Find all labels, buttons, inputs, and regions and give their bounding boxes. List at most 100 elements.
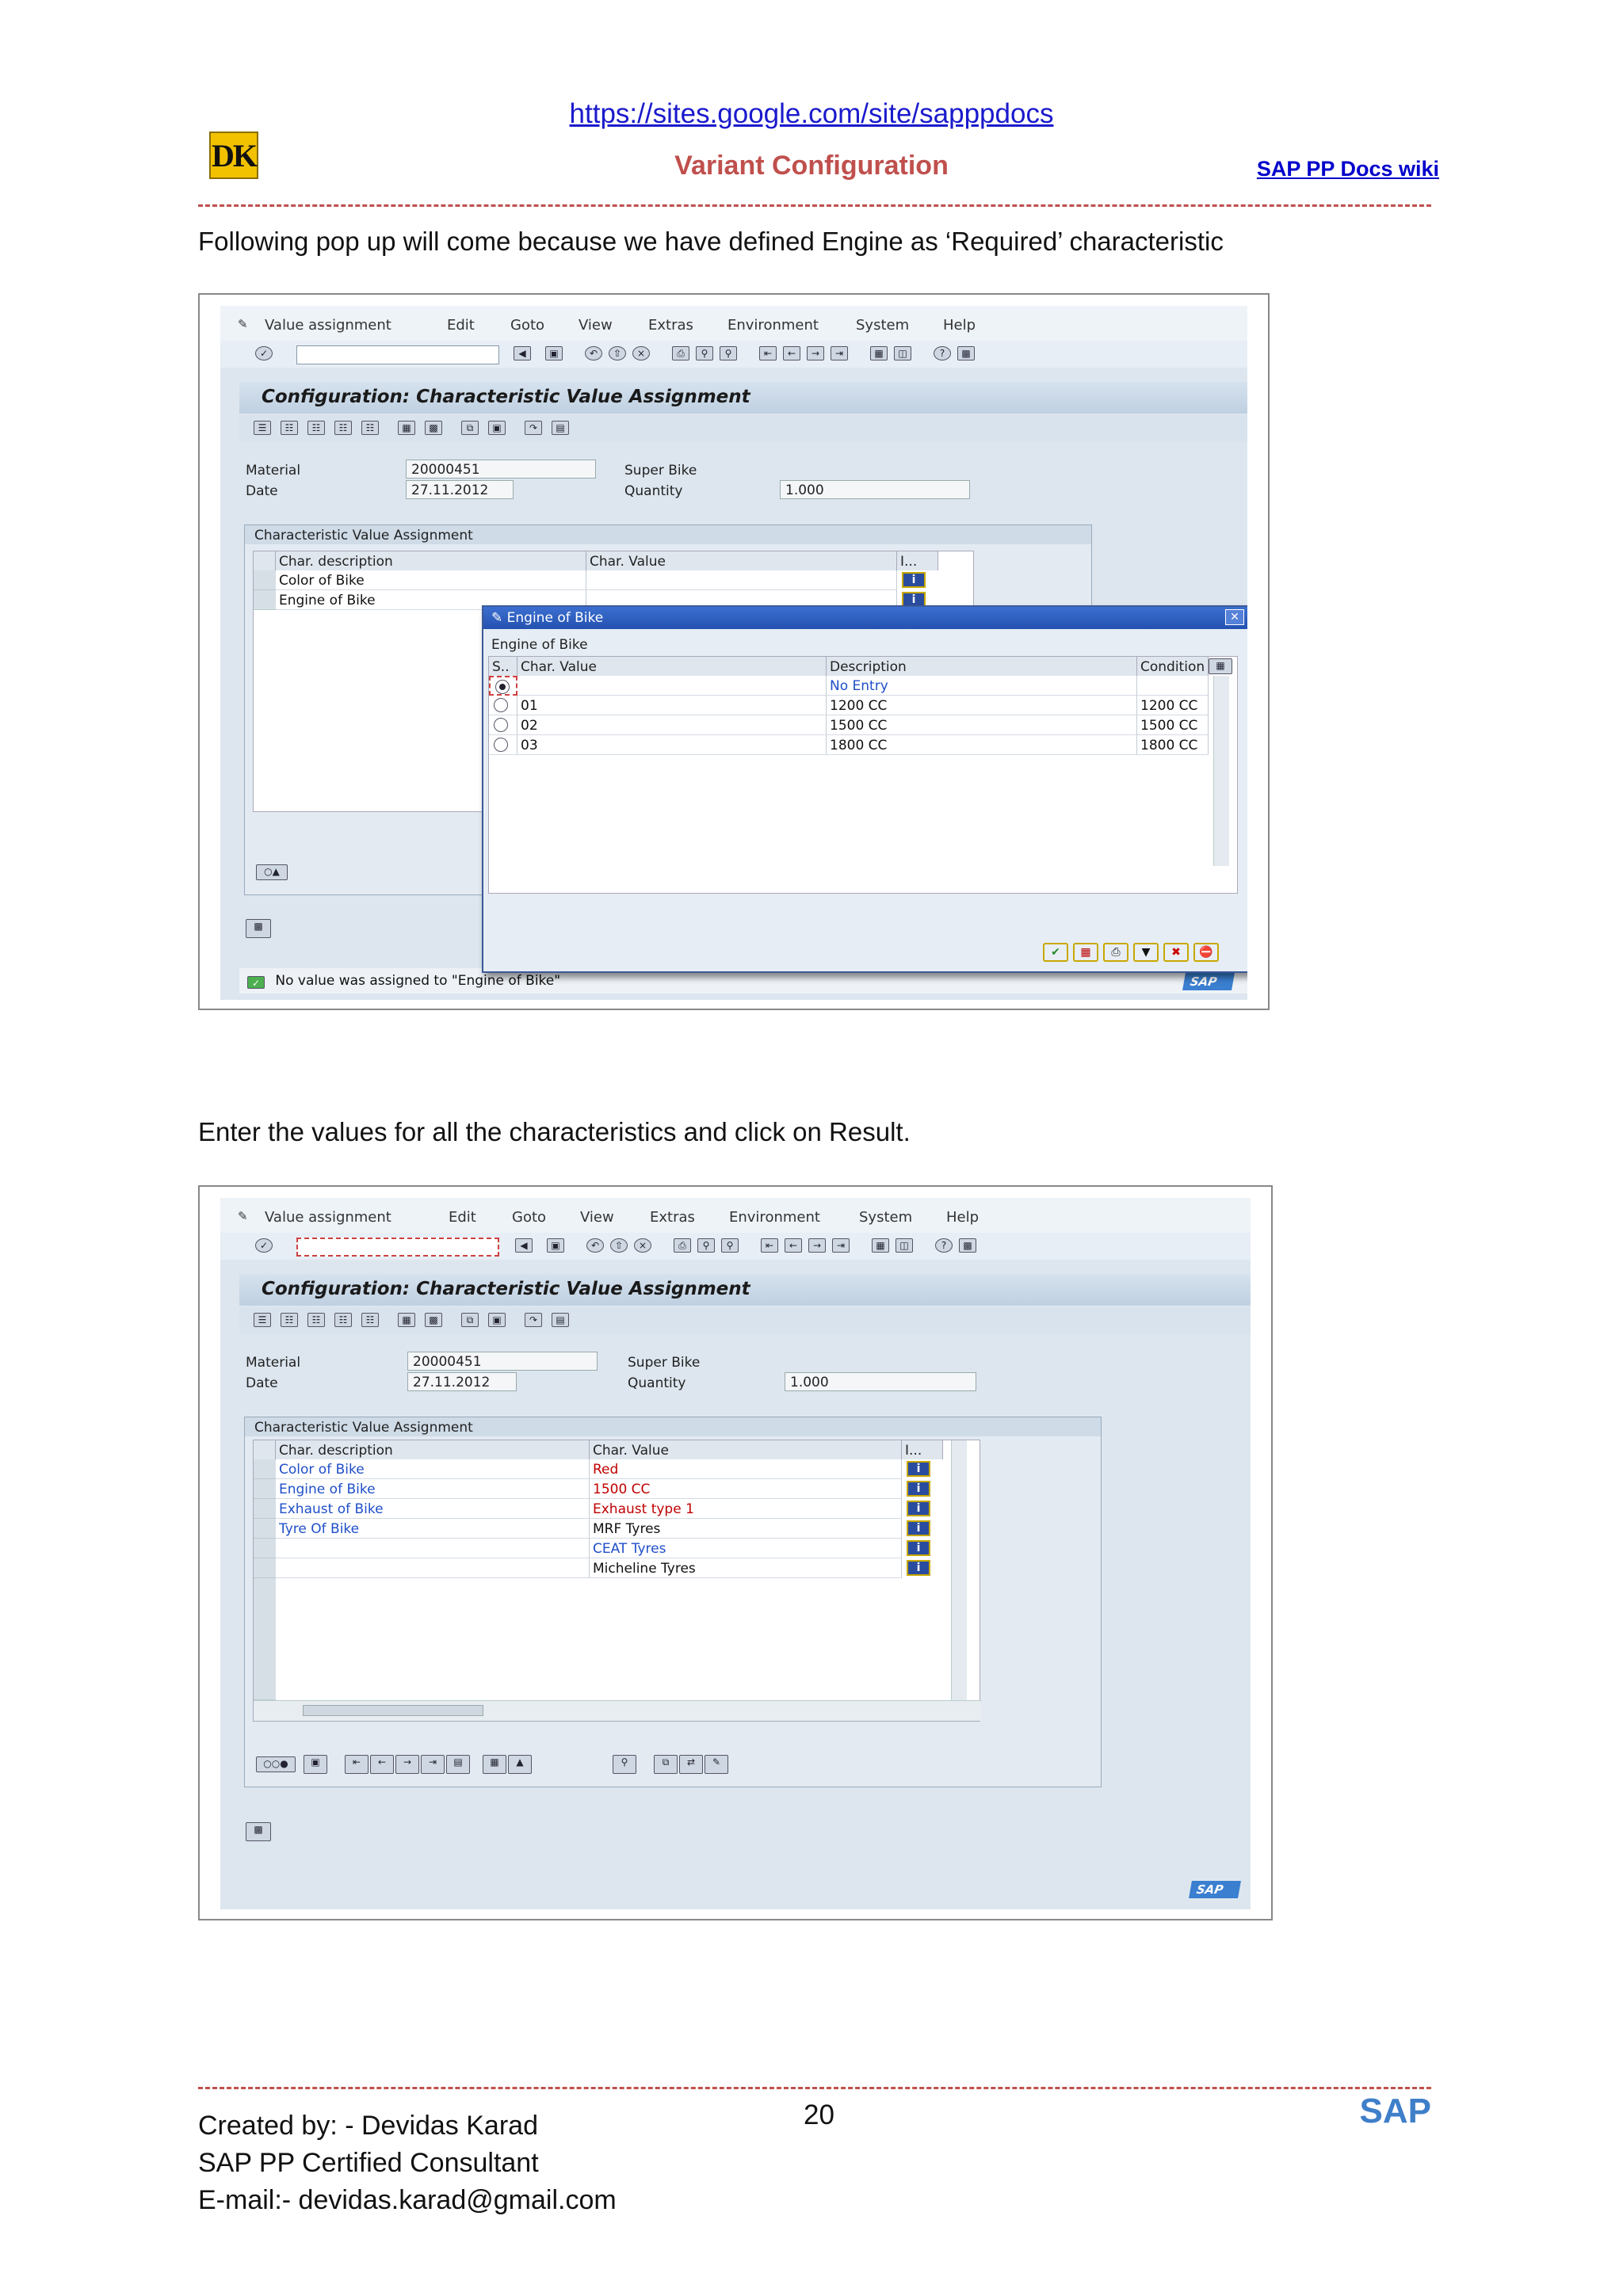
swap-icon[interactable]: ⇄ (679, 1755, 703, 1774)
row-selector[interactable] (254, 1459, 276, 1479)
list-value-icon[interactable]: ▤ (446, 1755, 470, 1774)
menu-goto[interactable]: Goto (512, 1209, 546, 1226)
find-icon[interactable]: ⚲ (696, 346, 713, 360)
find-icon[interactable]: ⚲ (697, 1238, 715, 1253)
back-icon[interactable]: ◀ (514, 346, 531, 360)
print-icon[interactable]: ⎙ (672, 346, 689, 360)
filter-button[interactable]: ▼ (1133, 943, 1159, 962)
info-icon[interactable]: i (907, 1520, 930, 1536)
menu-view[interactable]: View (579, 317, 613, 334)
popup-close-icon[interactable]: ✕ (1225, 609, 1244, 625)
structure-icon[interactable]: ☰ (254, 421, 271, 435)
grid-icon[interactable]: ▦ (398, 421, 415, 435)
row-selector[interactable] (254, 590, 276, 610)
command-field[interactable] (296, 1238, 499, 1257)
command-field[interactable] (296, 345, 499, 364)
table-row-value[interactable] (586, 570, 897, 590)
row-selector[interactable] (254, 1499, 276, 1519)
help-icon[interactable]: ? (935, 1238, 953, 1253)
info-icon[interactable]: i (907, 1481, 930, 1497)
table-row-value[interactable]: MRF Tyres (590, 1519, 902, 1539)
green-back-icon[interactable]: ↶ (586, 1238, 604, 1253)
graphic-icon[interactable]: ▲ (508, 1755, 532, 1774)
shortcut-icon[interactable]: ◫ (896, 1238, 913, 1253)
stop-button[interactable]: ⛔ (1193, 943, 1219, 962)
list-icon[interactable]: ▤ (552, 1313, 569, 1327)
info-icon[interactable]: i (902, 572, 926, 588)
last-value-icon[interactable]: ⇥ (421, 1755, 445, 1774)
row-selector[interactable] (254, 1558, 276, 1578)
info-icon[interactable]: i (907, 1461, 930, 1477)
layout-icon[interactable]: ▩ (957, 346, 975, 360)
table-row-value[interactable]: 1500 CC (590, 1479, 902, 1499)
select-all-header[interactable] (254, 1440, 276, 1459)
prev-page-icon[interactable]: ← (783, 346, 800, 360)
menu-system[interactable]: System (856, 317, 909, 334)
confirm-button[interactable]: ✔ (1043, 943, 1068, 962)
select-all-header[interactable] (254, 551, 276, 570)
row-selector[interactable] (254, 1479, 276, 1499)
menu-value-assignment[interactable]: Value assignment (265, 317, 391, 334)
table-row-select[interactable] (489, 715, 517, 735)
row-selector[interactable] (254, 1539, 276, 1558)
menu-value-assignment[interactable]: Value assignment (265, 1209, 391, 1226)
hierarchy-collapse-icon[interactable]: ☷ (334, 1313, 352, 1327)
row-selector[interactable] (254, 1519, 276, 1539)
quantity-field[interactable]: 1.000 (785, 1372, 976, 1391)
check-icon[interactable]: ✓ (255, 346, 273, 360)
cancel-icon[interactable]: × (632, 346, 650, 360)
copy-values-icon[interactable]: ⧉ (654, 1755, 678, 1774)
menu-extras[interactable]: Extras (648, 317, 693, 334)
table-row-value[interactable]: Exhaust type 1 (590, 1499, 902, 1519)
grid-icon[interactable]: ▦ (398, 1313, 415, 1327)
next-value-icon[interactable]: → (395, 1755, 419, 1774)
hierarchy-icon[interactable]: ☷ (281, 421, 298, 435)
back-icon[interactable]: ◀ (515, 1238, 533, 1253)
last-page-icon[interactable]: ⇥ (832, 1238, 850, 1253)
details-icon[interactable]: ▩ (246, 1822, 271, 1841)
menu-help[interactable]: Help (943, 317, 976, 334)
find-next-icon[interactable]: ⚲ (721, 1238, 739, 1253)
details-icon[interactable]: ▩ (246, 919, 271, 938)
menu-icon[interactable]: ✎ (238, 1209, 248, 1223)
result-icon[interactable]: ↷ (525, 1313, 542, 1327)
menu-environment[interactable]: Environment (729, 1209, 820, 1226)
menu-edit[interactable]: Edit (447, 317, 475, 334)
shortcut-icon[interactable]: ◫ (894, 346, 911, 360)
values-button[interactable]: ▦ (1073, 943, 1098, 962)
material-field[interactable]: 20000451 (406, 460, 596, 479)
table-vertical-scrollbar[interactable] (951, 1440, 967, 1700)
print-icon[interactable]: ⎙ (674, 1238, 691, 1253)
bom-icon[interactable]: ▣ (488, 1313, 506, 1327)
radio-03[interactable] (494, 738, 508, 752)
menu-view[interactable]: View (580, 1209, 614, 1226)
lock-icon[interactable]: ▣ (304, 1755, 327, 1774)
check-icon[interactable]: ✓ (255, 1238, 273, 1253)
info-icon[interactable]: i (907, 1540, 930, 1556)
date-field[interactable]: 27.11.2012 (406, 480, 514, 499)
table-icon[interactable]: ▩ (425, 1313, 442, 1327)
cancel-button[interactable]: ✖ (1163, 943, 1189, 962)
structure-icon[interactable]: ☰ (254, 1313, 271, 1327)
table-row-value[interactable]: CEAT Tyres (590, 1539, 902, 1558)
copy-icon[interactable]: ⧉ (461, 421, 479, 435)
radio-02[interactable] (494, 718, 508, 732)
exit-icon[interactable]: ⇧ (609, 346, 626, 360)
search-icon[interactable]: ⚲ (613, 1755, 636, 1774)
column-settings-icon[interactable]: ▦ (1209, 658, 1232, 674)
prev-value-icon[interactable]: ← (370, 1755, 394, 1774)
help-icon[interactable]: ? (934, 346, 951, 360)
new-session-icon[interactable]: ▦ (872, 1238, 889, 1253)
date-field[interactable]: 27.11.2012 (407, 1372, 517, 1391)
quantity-field[interactable]: 1.000 (780, 480, 970, 499)
menu-goto[interactable]: Goto (510, 317, 544, 334)
table-row-select[interactable] (489, 696, 517, 715)
new-session-icon[interactable]: ▦ (870, 346, 888, 360)
first-page-icon[interactable]: ⇤ (759, 346, 777, 360)
prev-page-icon[interactable]: ← (785, 1238, 802, 1253)
result-icon[interactable]: ↷ (525, 421, 542, 435)
radio-01[interactable] (494, 698, 508, 712)
green-back-icon[interactable]: ↶ (585, 346, 602, 360)
table-row-value[interactable]: Red (590, 1459, 902, 1479)
menu-environment[interactable]: Environment (727, 317, 819, 334)
